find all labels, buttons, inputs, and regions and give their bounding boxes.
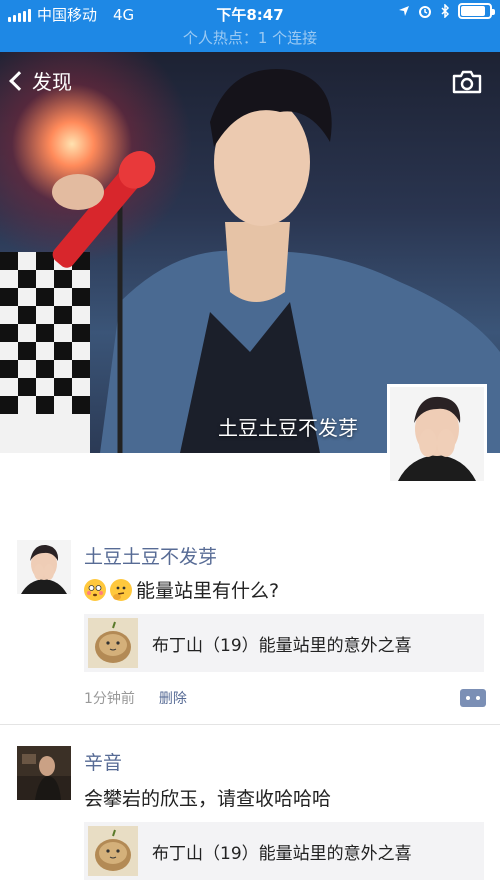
thinking-face-emoji <box>110 578 132 601</box>
post-meta: 1分钟前 删除 <box>84 688 187 708</box>
link-title: 布丁山（19）能量站里的意外之喜 <box>152 635 412 656</box>
location-icon <box>399 6 409 16</box>
avatar[interactable] <box>17 746 71 800</box>
link-title: 布丁山（19）能量站里的意外之喜 <box>152 843 412 864</box>
flushed-face-emoji <box>84 578 106 601</box>
alarm-icon <box>419 6 431 18</box>
link-thumbnail <box>88 618 138 668</box>
post-author[interactable]: 土豆土豆不发芽 <box>84 542 217 569</box>
status-icons <box>398 3 495 19</box>
post-time: 1分钟前 <box>84 691 135 707</box>
bluetooth-icon <box>441 4 450 18</box>
comment-more-icon[interactable] <box>460 689 486 707</box>
link-card[interactable]: 布丁山（19）能量站里的意外之喜 <box>84 614 484 672</box>
back-button[interactable]: 发现 <box>9 66 72 95</box>
link-thumbnail <box>88 826 138 876</box>
back-label: 发现 <box>32 70 72 94</box>
avatar-illustration <box>390 387 484 481</box>
chevron-left-icon <box>9 70 29 91</box>
camera-icon[interactable] <box>452 70 482 94</box>
link-card[interactable]: 布丁山（19）能量站里的意外之喜 <box>84 822 484 880</box>
post-text-row: 会攀岩的欣玉，请查收哈哈哈 <box>84 784 331 811</box>
profile-avatar[interactable] <box>387 384 487 484</box>
hotspot-banner[interactable]: 个人热点：1 个连接 <box>0 26 500 52</box>
divider <box>0 724 500 725</box>
post-text-row: 能量站里有什么? <box>84 576 279 603</box>
battery-icon <box>458 3 495 19</box>
delete-button[interactable]: 删除 <box>159 688 187 708</box>
cover-username: 土豆土豆不发芽 <box>218 416 358 440</box>
post-author[interactable]: 辛音 <box>84 748 122 775</box>
post-text: 会攀岩的欣玉，请查收哈哈哈 <box>84 788 332 810</box>
post-text: 能量站里有什么? <box>136 580 280 602</box>
status-bar: 中国移动 4G 下午8:47 <box>0 0 500 26</box>
avatar[interactable] <box>17 540 71 594</box>
